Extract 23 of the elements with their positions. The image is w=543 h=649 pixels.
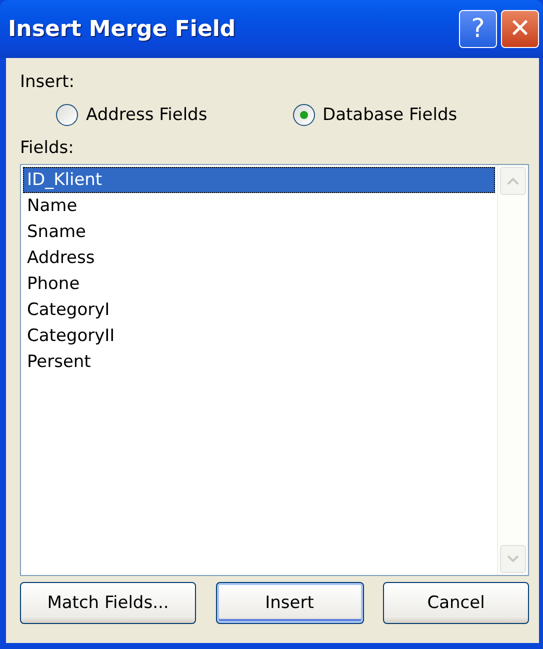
- caret-down-icon: [507, 555, 519, 563]
- radio-option[interactable]: Database Fields: [292, 104, 529, 126]
- scroll-up-button[interactable]: [500, 167, 526, 195]
- group-label: Insert:: [20, 72, 76, 92]
- list-item[interactable]: Persent: [23, 349, 495, 375]
- list-item[interactable]: Phone: [23, 271, 495, 297]
- help-button[interactable]: ?: [459, 10, 497, 48]
- dialog-button[interactable]: Insert: [216, 582, 364, 624]
- dialog-button[interactable]: Match Fields...: [20, 582, 196, 624]
- list-item[interactable]: Sname: [23, 219, 495, 245]
- list-item[interactable]: CategoryII: [23, 323, 495, 349]
- list-item[interactable]: CategoryI: [23, 297, 495, 323]
- scroll-down-button[interactable]: [500, 545, 526, 573]
- radio-option[interactable]: Address Fields: [56, 104, 292, 126]
- list-item[interactable]: Name: [23, 193, 495, 219]
- dialog-button[interactable]: Cancel: [383, 582, 529, 624]
- list-label: Fields:: [20, 138, 75, 158]
- field-list[interactable]: ID_Klient Name Sname Address Phone CategoryI CategoryII Persent: [20, 164, 529, 576]
- caret-up-icon: [507, 177, 519, 185]
- list-item[interactable]: ID_Klient: [23, 167, 495, 193]
- close-button[interactable]: ✕: [501, 10, 539, 48]
- list-item[interactable]: Address: [23, 245, 495, 271]
- window-title: Insert Merge Field: [8, 16, 237, 42]
